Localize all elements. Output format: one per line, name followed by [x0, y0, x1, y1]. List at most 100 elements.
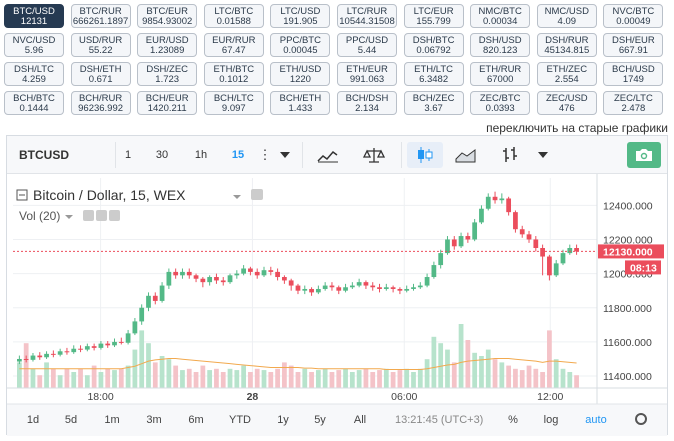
chevron-down-icon[interactable]	[273, 142, 297, 168]
bar-style-icon[interactable]	[491, 142, 529, 168]
interval-30[interactable]: 30	[149, 142, 175, 168]
chevron-down-icon[interactable]	[65, 215, 73, 219]
pair-button-ppc-btc[interactable]: PPC/BTC 0.00045	[270, 33, 331, 57]
pair-button-dsh-ltc[interactable]: DSH/LTC 4.259	[4, 62, 64, 86]
interval-1[interactable]: 1	[117, 142, 139, 168]
pair-button-nmc-btc[interactable]: NMC/BTC 0.00034	[470, 4, 531, 28]
pair-button-dsh-zec[interactable]: DSH/ZEC 1.723	[137, 62, 198, 86]
range-1y[interactable]: 1y	[277, 414, 289, 426]
price-chart[interactable]: 12400.000 12200.000 12000.000 11800.000 1160…	[7, 174, 667, 436]
range-5y[interactable]: 5y	[314, 414, 326, 426]
pair-button-bch-zec[interactable]: BCH/ZEC 3.67	[403, 91, 464, 115]
pair-button-zec-ltc[interactable]: ZEC/LTC 2.478	[603, 91, 664, 115]
camera-icon[interactable]	[627, 142, 661, 168]
range-all[interactable]: All	[354, 414, 366, 426]
time-tick-label: 06:00	[391, 391, 417, 403]
pair-button-dsh-eth[interactable]: DSH/ETH 0.671	[70, 62, 131, 86]
pair-button-eth-eur[interactable]: ETH/EUR 991.063	[337, 62, 397, 86]
pair-button-bch-btc[interactable]: BCH/BTC 0.1444	[4, 91, 64, 115]
switch-old-charts-link[interactable]: переключить на старые графики	[486, 121, 668, 135]
volume-bar	[458, 324, 464, 388]
pair-button-nvc-usd[interactable]: NVC/USD 5.96	[4, 33, 64, 57]
pair-rate: 476	[558, 103, 575, 114]
auto-toggle[interactable]: auto	[585, 414, 606, 426]
volume-bar	[377, 370, 382, 388]
pair-button-btc-eur[interactable]: BTC/EUR 9854.93002	[137, 4, 198, 28]
range-1m[interactable]: 1m	[104, 414, 119, 426]
symbol-search[interactable]: BTCUSD	[13, 142, 113, 168]
volume-bar	[397, 370, 403, 388]
pair-button-ltc-btc[interactable]: LTC/BTC 0.01588	[203, 4, 264, 28]
candle	[336, 287, 342, 291]
interval-15[interactable]: 15	[227, 142, 249, 168]
settings-icon[interactable]	[251, 189, 263, 200]
interval-1h[interactable]: 1h	[189, 142, 213, 168]
pair-button-ltc-rur[interactable]: LTC/RUR 10544.31508	[337, 4, 397, 28]
chevron-down-icon[interactable]	[531, 142, 555, 168]
candle	[451, 239, 457, 247]
pair-button-eth-usd[interactable]: ETH/USD 1220	[270, 62, 331, 86]
range-6m[interactable]: 6m	[188, 414, 203, 426]
pair-button-dsh-rur[interactable]: DSH/RUR 45134.815	[536, 33, 597, 57]
pair-button-zec-usd[interactable]: ZEC/USD 476	[536, 91, 597, 115]
pair-rate: 10544.31508	[339, 16, 395, 27]
pair-button-bch-rur[interactable]: BCH/RUR 96236.992	[70, 91, 131, 115]
pair-button-ppc-usd[interactable]: PPC/USD 5.44	[337, 33, 397, 57]
pair-button-btc-rur[interactable]: BTC/RUR 666261.1897	[70, 4, 131, 28]
pair-button-dsh-eur[interactable]: DSH/EUR 667.91	[603, 33, 664, 57]
candles-style-icon[interactable]	[407, 142, 443, 168]
percent-toggle[interactable]: %	[508, 414, 518, 426]
pair-button-dsh-btc[interactable]: DSH/BTC 0.06792	[403, 33, 464, 57]
pair-button-nmc-usd[interactable]: NMC/USD 4.09	[536, 4, 597, 28]
pair-button-eur-rur[interactable]: EUR/RUR 67.47	[203, 33, 264, 57]
volume-bar	[159, 356, 165, 388]
candle	[349, 285, 355, 288]
pair-rate: 2.478	[621, 103, 646, 114]
pair-rate: 2.554	[554, 74, 579, 85]
pair-button-eth-btc[interactable]: ETH/BTC 0.1012	[203, 62, 264, 86]
pair-button-nvc-btc[interactable]: NVC/BTC 0.00049	[603, 4, 664, 28]
area-style-icon[interactable]	[447, 142, 485, 168]
pair-button-bch-eur[interactable]: BCH/EUR 1420.211	[137, 91, 198, 115]
pair-button-bch-usd[interactable]: BCH/USD 1749	[603, 62, 664, 86]
volume-bar	[166, 359, 172, 388]
volume-bar	[506, 365, 512, 388]
volume-bar	[356, 370, 362, 388]
pair-button-btc-usd[interactable]: BTC/USD 12131	[4, 4, 64, 28]
pair-button-ltc-usd[interactable]: LTC/USD 191.905	[270, 4, 331, 28]
pair-button-eth-zec[interactable]: ETH/ZEC 2.554	[536, 62, 597, 86]
log-toggle[interactable]: log	[544, 414, 559, 426]
candle	[207, 277, 213, 283]
indicators-icon[interactable]	[309, 142, 347, 168]
range-5d[interactable]: 5d	[65, 414, 77, 426]
pair-button-ltc-eur[interactable]: LTC/EUR 155.799	[403, 4, 464, 28]
pair-button-usd-rur[interactable]: USD/RUR 55.22	[70, 33, 131, 57]
pair-button-zec-btc[interactable]: ZEC/BTC 0.0393	[470, 91, 531, 115]
volume-bar	[315, 370, 321, 388]
range-3m[interactable]: 3m	[146, 414, 161, 426]
pair-button-eth-ltc[interactable]: ETH/LTC 6.3482	[403, 62, 464, 86]
pair-button-bch-eth[interactable]: BCH/ETH 1.433	[270, 91, 331, 115]
volume-bar	[519, 370, 525, 388]
eye-icon[interactable]	[83, 210, 94, 221]
pair-rate: 45134.815	[544, 45, 590, 56]
volume-bar	[193, 372, 199, 388]
candle	[377, 287, 382, 289]
pair-button-dsh-usd[interactable]: DSH/USD 820.123	[470, 33, 531, 57]
range-1d[interactable]: 1d	[27, 414, 39, 426]
chevron-down-icon[interactable]	[233, 195, 241, 199]
candle	[458, 236, 464, 247]
pair-button-eur-usd[interactable]: EUR/USD 1.23089	[137, 33, 198, 57]
settings-icon[interactable]	[96, 210, 107, 221]
pair-button-bch-ltc[interactable]: BCH/LTC 9.097	[203, 91, 264, 115]
range-ytd[interactable]: YTD	[229, 414, 251, 426]
pair-button-eth-rur[interactable]: ETH/RUR 67000	[470, 62, 531, 86]
candle	[193, 275, 199, 279]
close-icon[interactable]	[109, 210, 120, 221]
bar-countdown: 08:13	[630, 262, 657, 274]
compare-icon[interactable]	[355, 142, 393, 168]
candle	[186, 271, 192, 276]
more-intervals-icon[interactable]: ⋮	[259, 142, 272, 168]
price-tick-label: 11400.000	[603, 371, 652, 383]
pair-button-bch-dsh[interactable]: BCH/DSH 2.134	[337, 91, 397, 115]
